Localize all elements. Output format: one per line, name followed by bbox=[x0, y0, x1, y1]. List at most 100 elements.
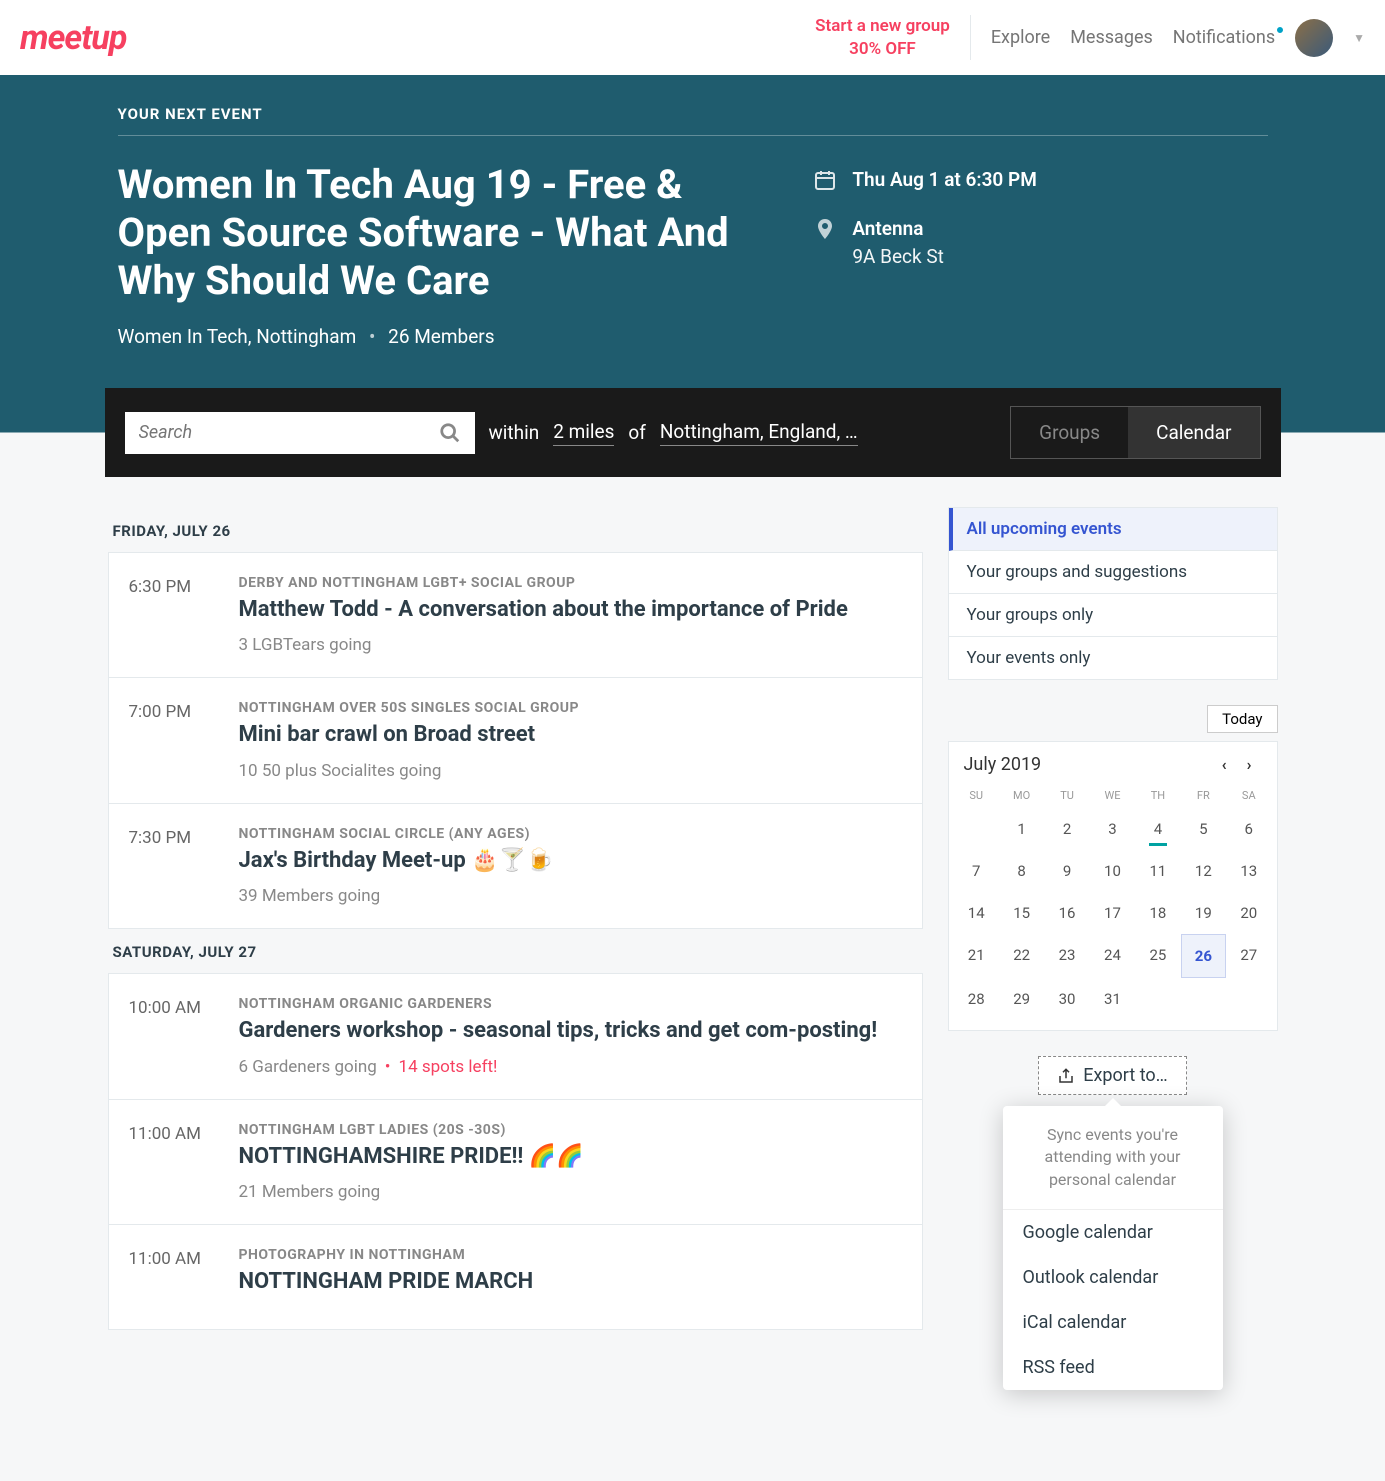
event-card[interactable]: 6:30 PMDERBY AND NOTTINGHAM LGBT+ SOCIAL… bbox=[108, 552, 923, 678]
event-going: 21 Members going bbox=[239, 1182, 902, 1202]
calendar-day[interactable]: 17 bbox=[1090, 892, 1135, 934]
calendar-day[interactable]: 21 bbox=[954, 934, 999, 978]
calendar-day[interactable]: 26 bbox=[1181, 934, 1226, 978]
event-group-name: NOTTINGHAM OVER 50S SINGLES SOCIAL GROUP bbox=[239, 700, 902, 716]
calendar-widget: July 2019 ‹ › SUMOTUWETHFRSA 12345678910… bbox=[948, 741, 1278, 1031]
search-input-wrap[interactable] bbox=[125, 412, 475, 454]
promo-line1: Start a new group bbox=[815, 15, 950, 37]
promo-line2: 30% OFF bbox=[815, 38, 950, 60]
event-time: 7:30 PM bbox=[129, 826, 219, 906]
hero-right: Thu Aug 1 at 6:30 PM Antenna 9A Beck St bbox=[813, 161, 1267, 348]
event-group-name: DERBY AND NOTTINGHAM LGBT+ SOCIAL GROUP bbox=[239, 575, 902, 591]
calendar-day[interactable]: 15 bbox=[999, 892, 1044, 934]
calendar-day[interactable]: 6 bbox=[1226, 808, 1271, 850]
calendar-day[interactable]: 27 bbox=[1226, 934, 1271, 978]
event-card[interactable]: 7:30 PMNOTTINGHAM SOCIAL CIRCLE (ANY AGE… bbox=[108, 803, 923, 929]
hero: YOUR NEXT EVENT Women In Tech Aug 19 - F… bbox=[0, 75, 1385, 477]
event-card[interactable]: 7:00 PMNOTTINGHAM OVER 50S SINGLES SOCIA… bbox=[108, 677, 923, 803]
calendar-dow-label: TH bbox=[1135, 789, 1180, 802]
export-description: Sync events you're attending with your p… bbox=[1003, 1106, 1223, 1210]
filter-suggestions[interactable]: Your groups and suggestions bbox=[949, 551, 1277, 594]
calendar-day[interactable]: 25 bbox=[1135, 934, 1180, 978]
calendar-day[interactable]: 31 bbox=[1090, 978, 1135, 1020]
calendar-day[interactable]: 8 bbox=[999, 850, 1044, 892]
calendar-day[interactable]: 4 bbox=[1135, 808, 1180, 850]
event-card[interactable]: 11:00 AMNOTTINGHAM LGBT LADIES (20S -30S… bbox=[108, 1099, 923, 1225]
nav-explore[interactable]: Explore bbox=[991, 27, 1050, 48]
calendar-day[interactable]: 24 bbox=[1090, 934, 1135, 978]
event-name: Mini bar crawl on Broad street bbox=[239, 722, 902, 748]
event-name: Jax's Birthday Meet-up 🎂🍸🍺 bbox=[239, 848, 902, 874]
calendar-day[interactable]: 1 bbox=[999, 808, 1044, 850]
search-input[interactable] bbox=[139, 422, 439, 443]
calendar-dow: SUMOTUWETHFRSA bbox=[949, 787, 1277, 808]
calendar-day[interactable]: 20 bbox=[1226, 892, 1271, 934]
event-members: 26 Members bbox=[388, 325, 494, 348]
hero-left: Women In Tech Aug 19 - Free & Open Sourc… bbox=[118, 161, 754, 348]
promo-link[interactable]: Start a new group 30% OFF bbox=[815, 15, 971, 59]
calendar-dow-label: FR bbox=[1181, 789, 1226, 802]
calendar-dow-label: SU bbox=[954, 789, 999, 802]
event-address: 9A Beck St bbox=[852, 243, 943, 272]
logo[interactable]: meetup bbox=[20, 18, 126, 58]
search-distance[interactable]: 2 miles bbox=[553, 420, 614, 446]
calendar-day[interactable]: 23 bbox=[1044, 934, 1089, 978]
search-within-label: within bbox=[489, 421, 540, 444]
calendar-day[interactable]: 30 bbox=[1044, 978, 1089, 1020]
calendar-day[interactable]: 29 bbox=[999, 978, 1044, 1020]
filter-panel: All upcoming events Your groups and sugg… bbox=[948, 507, 1278, 680]
export-button[interactable]: Export to… bbox=[1038, 1056, 1186, 1095]
export-option[interactable]: iCal calendar bbox=[1003, 1300, 1223, 1345]
calendar-day[interactable]: 13 bbox=[1226, 850, 1271, 892]
event-title[interactable]: Women In Tech Aug 19 - Free & Open Sourc… bbox=[118, 161, 754, 305]
event-datetime: Thu Aug 1 at 6:30 PM bbox=[852, 166, 1037, 195]
calendar-day[interactable]: 2 bbox=[1044, 808, 1089, 850]
filter-all[interactable]: All upcoming events bbox=[949, 508, 1277, 551]
event-going: 10 50 plus Socialites going bbox=[239, 761, 902, 781]
calendar-day[interactable]: 5 bbox=[1181, 808, 1226, 850]
calendar-day[interactable]: 10 bbox=[1090, 850, 1135, 892]
calendar-day[interactable]: 28 bbox=[954, 978, 999, 1020]
event-card[interactable]: 11:00 AMPHOTOGRAPHY IN NOTTINGHAMNOTTING… bbox=[108, 1224, 923, 1330]
calendar-day[interactable]: 9 bbox=[1044, 850, 1089, 892]
event-group[interactable]: Women In Tech, Nottingham bbox=[118, 325, 357, 348]
filter-events[interactable]: Your events only bbox=[949, 637, 1277, 679]
sidebar: All upcoming events Your groups and sugg… bbox=[948, 507, 1278, 1095]
calendar-day[interactable]: 18 bbox=[1135, 892, 1180, 934]
calendar-day[interactable]: 16 bbox=[1044, 892, 1089, 934]
toggle-calendar[interactable]: Calendar bbox=[1128, 407, 1259, 458]
search-icon[interactable] bbox=[439, 422, 461, 444]
hero-label: YOUR NEXT EVENT bbox=[118, 105, 1268, 136]
calendar-day[interactable]: 22 bbox=[999, 934, 1044, 978]
export-button-label: Export to… bbox=[1083, 1065, 1167, 1086]
search-of-label: of bbox=[628, 421, 645, 444]
filter-groups[interactable]: Your groups only bbox=[949, 594, 1277, 637]
nav-messages[interactable]: Messages bbox=[1070, 27, 1153, 48]
event-card[interactable]: 10:00 AMNOTTINGHAM ORGANIC GARDENERSGard… bbox=[108, 973, 923, 1099]
export-option[interactable]: Outlook calendar bbox=[1003, 1255, 1223, 1300]
export-popover: Sync events you're attending with your p… bbox=[1003, 1106, 1223, 1390]
calendar-next-icon[interactable]: › bbox=[1237, 755, 1262, 774]
export-option[interactable]: RSS feed bbox=[1003, 1345, 1223, 1390]
calendar-day[interactable]: 19 bbox=[1181, 892, 1226, 934]
search-location[interactable]: Nottingham, England, … bbox=[660, 420, 858, 446]
avatar[interactable] bbox=[1295, 19, 1333, 57]
calendar-day[interactable]: 12 bbox=[1181, 850, 1226, 892]
today-button[interactable]: Today bbox=[1207, 705, 1277, 733]
event-group-name: NOTTINGHAM LGBT LADIES (20S -30S) bbox=[239, 1122, 902, 1138]
calendar-icon bbox=[813, 166, 837, 195]
export-option[interactable]: Google calendar bbox=[1003, 1210, 1223, 1255]
event-list: FRIDAY, JULY 266:30 PMDERBY AND NOTTINGH… bbox=[108, 507, 923, 1329]
calendar-day[interactable]: 11 bbox=[1135, 850, 1180, 892]
calendar-prev-icon[interactable]: ‹ bbox=[1212, 755, 1237, 774]
event-name: NOTTINGHAM PRIDE MARCH bbox=[239, 1269, 902, 1295]
calendar-day[interactable]: 14 bbox=[954, 892, 999, 934]
nav-notifications[interactable]: Notifications bbox=[1173, 27, 1275, 48]
toggle-groups[interactable]: Groups bbox=[1011, 407, 1128, 458]
calendar-day[interactable]: 7 bbox=[954, 850, 999, 892]
event-name: NOTTINGHAMSHIRE PRIDE!! 🌈🌈 bbox=[239, 1144, 902, 1170]
export-wrap: Export to… Sync events you're attending … bbox=[948, 1056, 1278, 1095]
chevron-down-icon[interactable]: ▼ bbox=[1353, 31, 1365, 45]
event-venue: Antenna bbox=[852, 215, 943, 244]
calendar-day[interactable]: 3 bbox=[1090, 808, 1135, 850]
